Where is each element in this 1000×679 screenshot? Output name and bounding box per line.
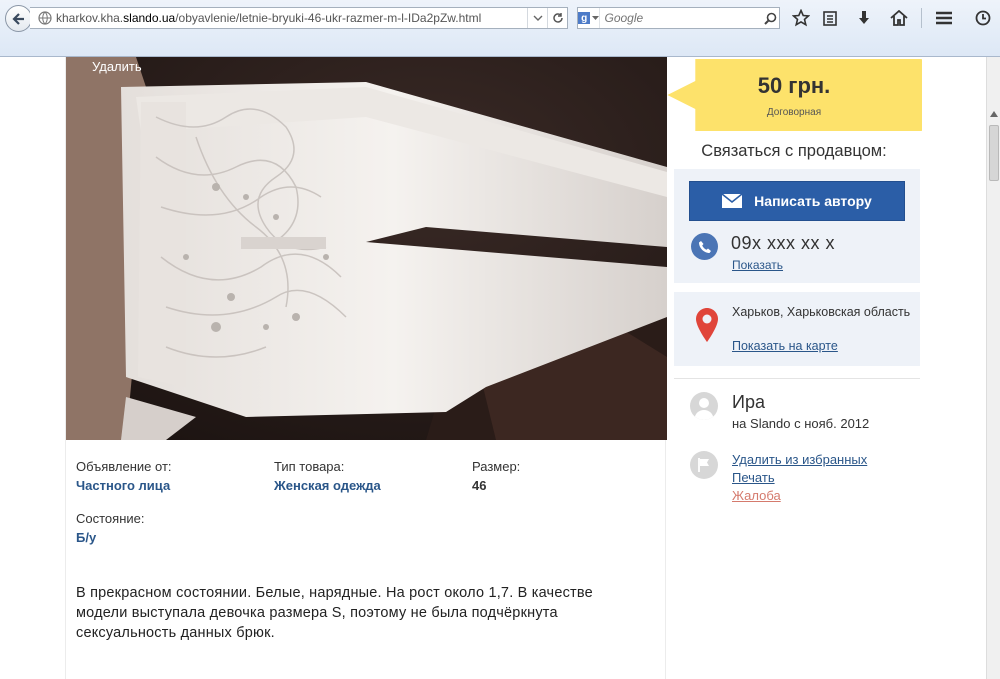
report-link[interactable]: Жалоба <box>732 488 781 503</box>
phone-number: 09x xxx xx x <box>731 233 836 253</box>
param-value-link[interactable]: Б/у <box>76 530 144 545</box>
search-icon <box>764 12 777 25</box>
bookmark-button[interactable] <box>789 7 813 29</box>
contact-box: Написать автору 09x xxx xx x Показать <box>674 169 920 283</box>
remove-from-favorites-link[interactable]: Удалить из избранных <box>732 452 867 467</box>
history-icon <box>975 10 991 26</box>
map-pin-icon <box>696 308 718 342</box>
user-icon <box>690 392 718 420</box>
location-box: Харьков, Харьковская область Показать на… <box>674 292 920 366</box>
url-text: kharkov.kha.slando.ua/obyavlenie/letnie-… <box>56 11 482 25</box>
url-dropdown-button[interactable] <box>527 8 547 28</box>
show-on-map-link[interactable]: Показать на карте <box>732 339 838 353</box>
listing-photo-image <box>66 57 667 440</box>
back-button[interactable] <box>5 5 32 32</box>
param-size: Размер: 46 <box>472 459 520 493</box>
sidebar-divider <box>674 378 920 379</box>
search-button[interactable] <box>761 12 779 25</box>
envelope-icon <box>722 194 743 208</box>
page-scrollbar[interactable] <box>986 57 1000 679</box>
print-link[interactable]: Печать <box>732 470 775 485</box>
param-label: Состояние: <box>76 511 145 526</box>
param-value: 46 <box>472 478 487 493</box>
menu-icon <box>936 11 952 25</box>
browser-toolbar: kharkov.kha.slando.ua/obyavlenie/letnie-… <box>0 0 1000 57</box>
scroll-up-button[interactable] <box>987 107 1000 121</box>
reading-list-button[interactable] <box>818 7 842 29</box>
show-phone-link[interactable]: Показать <box>732 258 783 272</box>
download-icon <box>859 11 869 24</box>
flag-icon <box>690 451 718 479</box>
param-value-link[interactable]: Женская одежда <box>274 478 381 493</box>
reading-list-icon <box>823 11 837 26</box>
param-condition: Состояние: Б/у <box>76 511 144 545</box>
delete-photo-link[interactable]: Удалить <box>92 59 142 74</box>
reload-icon <box>552 13 563 23</box>
search-engine-button[interactable]: g <box>578 8 601 28</box>
price-value: 50 грн. <box>757 73 831 98</box>
home-button[interactable] <box>887 7 911 29</box>
listing-photo[interactable]: Удалить <box>66 57 667 440</box>
menu-button[interactable] <box>932 7 956 29</box>
dropdown-icon <box>533 15 542 21</box>
bookmark-star-icon <box>792 9 810 27</box>
param-product-type: Тип товара: Женская одежда <box>274 459 381 493</box>
param-value-link[interactable]: Частного лица <box>76 478 172 493</box>
param-label: Объявление от: <box>76 459 172 474</box>
dropdown-icon <box>592 15 600 20</box>
listing-description: В прекрасном состоянии. Белые, нарядные.… <box>76 585 593 641</box>
contact-title: Связаться с продавцом: <box>701 142 887 160</box>
page-content: Удалить Объявление от: Частного лица Тип… <box>0 57 986 679</box>
listing-main-column: Удалить Объявление от: Частного лица Тип… <box>65 57 667 679</box>
param-label: Размер: <box>472 459 521 474</box>
phone-icon <box>691 233 718 260</box>
back-arrow-icon <box>11 12 24 25</box>
address-bar[interactable]: kharkov.kha.slando.ua/obyavlenie/letnie-… <box>30 7 568 29</box>
location-text: Харьков, Харьковская область <box>732 305 911 319</box>
write-author-label: Написать автору <box>754 193 872 209</box>
toolbar-separator <box>921 8 922 28</box>
price-negotiable: Договорная <box>766 107 822 118</box>
google-icon: g <box>578 12 591 24</box>
price-box: 50 грн. Договорная <box>666 59 922 131</box>
search-input[interactable] <box>600 11 762 25</box>
seller-name[interactable]: Ира <box>732 392 765 413</box>
search-bar[interactable]: g <box>577 7 780 29</box>
history-button[interactable] <box>971 7 995 29</box>
param-author-type: Объявление от: Частного лица <box>76 459 172 493</box>
globe-icon <box>38 11 52 25</box>
home-icon <box>890 10 908 26</box>
scroll-thumb[interactable] <box>989 125 999 181</box>
write-author-button[interactable]: Написать автору <box>689 181 905 221</box>
param-label: Тип товара: <box>274 459 345 474</box>
seller-since: на Slando с нояб. 2012 <box>732 416 870 431</box>
chevron-up-icon <box>990 111 998 117</box>
reload-button[interactable] <box>547 8 567 28</box>
downloads-button[interactable] <box>852 7 876 29</box>
